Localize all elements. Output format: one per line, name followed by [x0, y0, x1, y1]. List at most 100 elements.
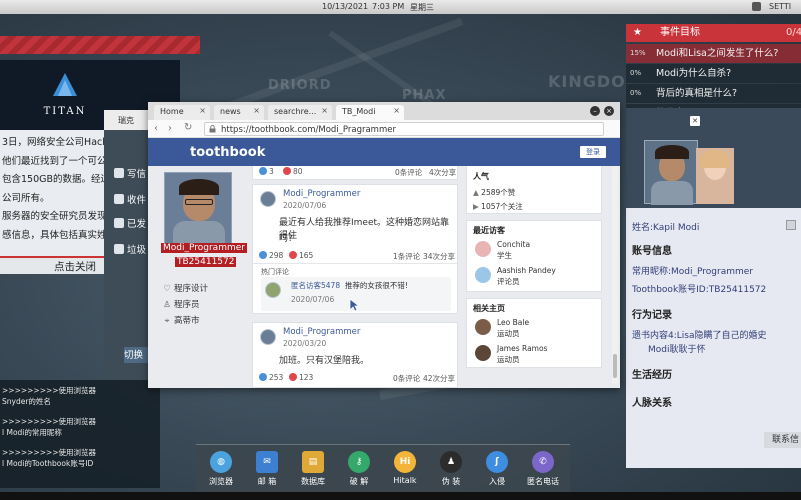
tab-home[interactable]: Home × — [154, 105, 210, 120]
contact-button[interactable]: 联系信 — [764, 432, 801, 448]
tab-tb-modi[interactable]: TB_Modi × — [336, 105, 404, 120]
close-icon[interactable]: ✕ — [690, 116, 700, 126]
post-heart-count[interactable]: 80 — [283, 167, 303, 176]
commenter-avatar[interactable] — [265, 282, 281, 298]
toothbook-logo[interactable]: toothbook — [190, 145, 265, 160]
post-author-avatar[interactable] — [260, 191, 276, 207]
profile-info-job: ♙ 程序员 — [163, 298, 200, 310]
profile-toothbook-id: Toothbook账号ID:TB25411572 — [632, 285, 767, 295]
close-tab-icon[interactable]: × — [253, 106, 260, 115]
related-avatar[interactable] — [475, 345, 491, 361]
dock-anonymous-call[interactable]: ✆ 匿名电话 — [524, 451, 562, 487]
post-author[interactable]: Modi_Programmer — [283, 327, 360, 337]
tab-label: Home — [160, 107, 184, 116]
popularity-likes-text: 2589个赞 — [481, 188, 516, 197]
back-icon[interactable]: ‹ — [154, 123, 158, 134]
scroll-thumb[interactable] — [613, 354, 617, 378]
forward-icon[interactable]: › — [168, 123, 172, 134]
comment-author[interactable]: 匿名访客5478 — [291, 281, 340, 290]
location-pin-icon: ⌖ — [164, 316, 170, 326]
profile-photo-area: ✕ — [626, 108, 801, 208]
time-display: 7:03 PM — [372, 2, 405, 11]
mission-item[interactable]: 15% Modi和Lisa之间发生了什么? — [626, 44, 801, 63]
post-comment-count[interactable]: 0条评论 — [393, 373, 420, 384]
tab-news[interactable]: news × — [214, 105, 264, 120]
dock-mail[interactable]: ✉ 邮 箱 — [248, 451, 286, 487]
visitor-avatar[interactable] — [475, 241, 491, 257]
related-role: 运动员 — [497, 355, 520, 364]
login-button[interactable]: 登录 — [580, 146, 606, 158]
tab-search[interactable]: searchre... × — [268, 105, 332, 120]
dock-hitalk[interactable]: Hi Hitalk — [386, 451, 424, 485]
close-window-icon[interactable]: × — [604, 106, 614, 116]
page-scrollbar[interactable] — [612, 166, 618, 384]
like-icon — [259, 373, 267, 381]
post-like-count[interactable]: 298 — [259, 251, 283, 260]
settings-icon[interactable] — [752, 2, 761, 11]
date-display: 10/13/2021 — [322, 2, 369, 11]
post-share-count[interactable]: 4次分享 — [429, 167, 456, 178]
popularity-follows-text: 1057个关注 — [481, 202, 523, 211]
related-name[interactable]: Leo Bale — [497, 318, 529, 327]
post-heart-count[interactable]: 123 — [289, 373, 313, 382]
visitor-name[interactable]: Aashish Pandey — [497, 266, 556, 275]
lock-icon — [209, 125, 216, 133]
profile-details: 姓名:Kapil Modi 账号信息 常用昵称:Modi_Programmer … — [626, 208, 801, 468]
dock-disguise[interactable]: ♟ 伪 装 — [432, 451, 470, 487]
close-tab-icon[interactable]: × — [321, 106, 328, 115]
close-tab-icon[interactable]: × — [393, 106, 400, 115]
comment-line: 匿名访客5478 推荐的女孩很不错! — [291, 280, 408, 291]
mission-title: 事件目标 — [660, 27, 700, 38]
life-section-title: 生活经历 — [632, 370, 672, 381]
post-share-count[interactable]: 34次分享 — [423, 251, 455, 262]
disguise-icon: ♟ — [440, 451, 462, 473]
refresh-icon[interactable]: ↻ — [184, 122, 192, 133]
related-avatar[interactable] — [475, 319, 491, 335]
count-text: 3 — [269, 167, 274, 176]
profile-username: Modi_Programmer — [161, 243, 247, 253]
dock-database[interactable]: ▤ 数据库 — [294, 451, 332, 487]
minimize-icon[interactable]: – — [590, 106, 600, 116]
titan-logo-icon — [53, 73, 77, 96]
mission-text: 背后的真相是什么? — [656, 88, 738, 99]
comment-text: 推荐的女孩很不错! — [344, 281, 408, 290]
post-like-count[interactable]: 3 — [259, 167, 274, 176]
popularity-likes: ▲ 2589个赞 — [473, 187, 515, 198]
post-comment-count[interactable]: 1条评论 — [393, 251, 420, 262]
profile-info-interest: ♡ 程序设计 — [163, 282, 208, 294]
mission-item[interactable]: 0% Modi为什么自杀? — [626, 64, 801, 83]
mission-item[interactable]: 0% 背后的真相是什么? — [626, 84, 801, 103]
dock-label: 数据库 — [301, 477, 325, 486]
count-text: 123 — [299, 373, 314, 382]
post-card: Modi_Programmer 2020/03/20 加班。只有汉堡陪我。 25… — [252, 322, 458, 388]
profile-info-text: 高蒂市 — [174, 316, 200, 326]
related-title: 相关主页 — [473, 304, 505, 313]
post-text: 加班。只有汉堡陪我。 — [279, 356, 370, 366]
post-comment-count[interactable]: 0条评论 — [395, 167, 422, 178]
mail-item-label: 垃圾 — [127, 245, 147, 256]
post-like-count[interactable]: 253 — [259, 373, 283, 382]
related-pages-card: 相关主页 Leo Bale 运动员 James Ramos 运动员 — [466, 298, 602, 368]
map-label-driord: DRIORD — [268, 78, 332, 93]
profile-info-text: 程序员 — [174, 300, 200, 310]
related-name[interactable]: James Ramos — [497, 344, 547, 353]
post-share-count[interactable]: 42次分享 — [423, 373, 455, 384]
settings-button[interactable]: SETTI — [769, 2, 791, 11]
dock-browser[interactable]: ◍ 浏览器 — [202, 451, 240, 487]
post-author[interactable]: Modi_Programmer — [283, 189, 360, 199]
dock-intrude[interactable]: ʃ 入侵 — [478, 451, 516, 487]
log-line: l Modi的常用昵称 — [2, 427, 62, 437]
weekday-display: 星期三 — [410, 3, 434, 12]
like-icon — [259, 251, 267, 259]
map-label-phax: PHAX — [402, 88, 447, 103]
dock-label: 破 解 — [349, 477, 369, 486]
post-author-avatar[interactable] — [260, 329, 276, 345]
visitor-avatar[interactable] — [475, 267, 491, 283]
post-heart-count[interactable]: 165 — [289, 251, 313, 260]
url-input[interactable] — [204, 122, 604, 136]
visitor-name[interactable]: Conchita — [497, 240, 530, 249]
dock-crack[interactable]: ⚷ 破 解 — [340, 451, 378, 487]
browser-window: Home × news × searchre... × TB_Modi × – × ‹ … — [148, 102, 620, 388]
close-tab-icon[interactable]: × — [199, 106, 206, 115]
secondary-photo — [696, 148, 734, 204]
